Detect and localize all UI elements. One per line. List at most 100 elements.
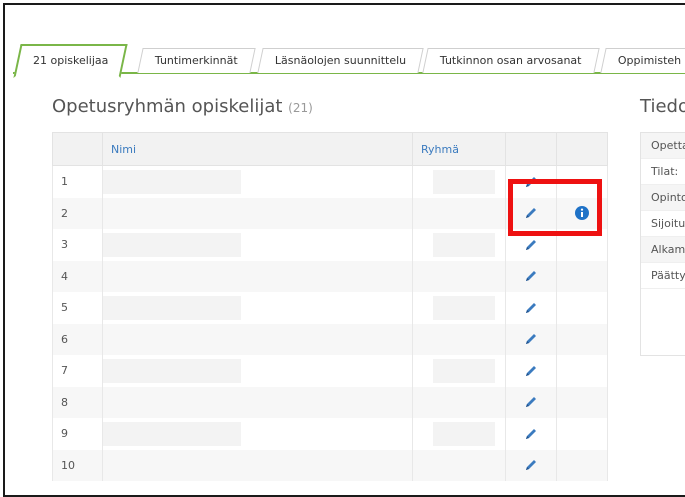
student-name-cell bbox=[102, 165, 413, 198]
pencil-icon[interactable] bbox=[523, 268, 539, 284]
table-row: 3 bbox=[52, 229, 608, 261]
table-row: 2 bbox=[52, 197, 608, 229]
info-cell bbox=[556, 323, 608, 355]
row-number: 1 bbox=[52, 165, 103, 198]
detail-row: Päätty bbox=[641, 263, 685, 289]
redacted-group bbox=[433, 170, 495, 194]
student-group-cell bbox=[412, 323, 506, 355]
student-name-cell bbox=[102, 449, 413, 481]
pencil-icon[interactable] bbox=[523, 363, 539, 379]
redacted-name bbox=[103, 170, 241, 194]
pencil-icon[interactable] bbox=[523, 174, 539, 190]
student-group-cell bbox=[412, 292, 506, 324]
redacted-name bbox=[103, 359, 241, 383]
student-name-cell bbox=[102, 418, 413, 450]
column-header-number bbox=[52, 132, 103, 166]
detail-row: Opetta bbox=[641, 133, 685, 159]
row-number: 2 bbox=[52, 197, 103, 229]
tab-bar: 21 opiskelijaa Tuntimerkinnät Läsnäoloje… bbox=[13, 42, 685, 78]
side-panel-title: Tiedo bbox=[640, 96, 685, 117]
edit-cell bbox=[505, 449, 557, 481]
pencil-icon[interactable] bbox=[523, 331, 539, 347]
edit-cell bbox=[505, 355, 557, 387]
pencil-icon[interactable] bbox=[523, 426, 539, 442]
details-panel: Opetta Tilat: Opinto Sijoitu Alkam Päätt… bbox=[640, 132, 685, 356]
redacted-group bbox=[433, 233, 495, 257]
student-group-cell bbox=[412, 355, 506, 387]
student-count: (21) bbox=[288, 101, 313, 115]
redacted-name bbox=[103, 233, 241, 257]
tab-learning-tasks[interactable]: Oppimisteh bbox=[600, 48, 685, 73]
column-header-edit bbox=[505, 132, 557, 166]
table-row: 4 bbox=[52, 260, 608, 292]
table-row: 6 bbox=[52, 323, 608, 355]
tab-attendance-planning[interactable]: Läsnäolojen suunnittelu bbox=[257, 48, 424, 73]
pencil-icon[interactable] bbox=[523, 457, 539, 473]
info-cell bbox=[556, 292, 608, 324]
detail-row: Alkam bbox=[641, 237, 685, 263]
tab-module-grades[interactable]: Tutkinnon osan arvosanat bbox=[422, 48, 600, 73]
row-number: 8 bbox=[52, 386, 103, 418]
info-cell bbox=[556, 229, 608, 261]
student-name-cell bbox=[102, 260, 413, 292]
row-number: 4 bbox=[52, 260, 103, 292]
student-name-cell bbox=[102, 386, 413, 418]
redacted-group bbox=[433, 359, 495, 383]
detail-row: Opinto bbox=[641, 185, 685, 211]
edit-cell bbox=[505, 386, 557, 418]
tab-students[interactable]: 21 opiskelijaa bbox=[13, 44, 129, 78]
column-header-group[interactable]: Ryhmä bbox=[412, 132, 506, 166]
pencil-icon[interactable] bbox=[523, 300, 539, 316]
info-cell bbox=[556, 197, 608, 229]
row-number: 9 bbox=[52, 418, 103, 450]
edit-cell bbox=[505, 323, 557, 355]
edit-cell bbox=[505, 260, 557, 292]
student-name-cell bbox=[102, 355, 413, 387]
student-name-cell bbox=[102, 292, 413, 324]
table-header: Nimi Ryhmä bbox=[52, 132, 608, 166]
student-name-cell bbox=[102, 197, 413, 229]
table-row: 8 bbox=[52, 386, 608, 418]
tab-hour-entries[interactable]: Tuntimerkinnät bbox=[137, 48, 256, 73]
pencil-icon[interactable] bbox=[523, 237, 539, 253]
info-cell bbox=[556, 260, 608, 292]
column-header-name[interactable]: Nimi bbox=[102, 132, 413, 166]
row-number: 10 bbox=[52, 449, 103, 481]
info-cell bbox=[556, 165, 608, 198]
pencil-icon[interactable] bbox=[523, 205, 539, 221]
student-group-cell bbox=[412, 386, 506, 418]
detail-row: Tilat: bbox=[641, 159, 685, 185]
table-row: 9 bbox=[52, 418, 608, 450]
edit-cell bbox=[505, 165, 557, 198]
student-group-cell bbox=[412, 260, 506, 292]
redacted-name bbox=[103, 422, 241, 446]
redacted-name bbox=[103, 296, 241, 320]
pencil-icon[interactable] bbox=[523, 394, 539, 410]
student-group-cell bbox=[412, 197, 506, 229]
detail-row: Sijoitu bbox=[641, 211, 685, 237]
edit-cell bbox=[505, 292, 557, 324]
redacted-group bbox=[433, 296, 495, 320]
column-header-info bbox=[556, 132, 608, 166]
student-name-cell bbox=[102, 229, 413, 261]
info-cell bbox=[556, 449, 608, 481]
page-title: Opetusryhmän opiskelijat (21) bbox=[52, 96, 313, 117]
row-number: 6 bbox=[52, 323, 103, 355]
row-number: 7 bbox=[52, 355, 103, 387]
table-row: 5 bbox=[52, 292, 608, 324]
info-cell bbox=[556, 386, 608, 418]
student-group-cell bbox=[412, 165, 506, 198]
table-row: 10 bbox=[52, 449, 608, 481]
student-group-cell bbox=[412, 449, 506, 481]
student-group-cell bbox=[412, 418, 506, 450]
table-row: 1 bbox=[52, 165, 608, 198]
info-cell bbox=[556, 418, 608, 450]
edit-cell bbox=[505, 229, 557, 261]
table-row: 7 bbox=[52, 355, 608, 387]
row-number: 3 bbox=[52, 229, 103, 261]
edit-cell bbox=[505, 418, 557, 450]
redacted-group bbox=[433, 422, 495, 446]
info-icon[interactable] bbox=[574, 205, 590, 221]
student-group-cell bbox=[412, 229, 506, 261]
info-cell bbox=[556, 355, 608, 387]
